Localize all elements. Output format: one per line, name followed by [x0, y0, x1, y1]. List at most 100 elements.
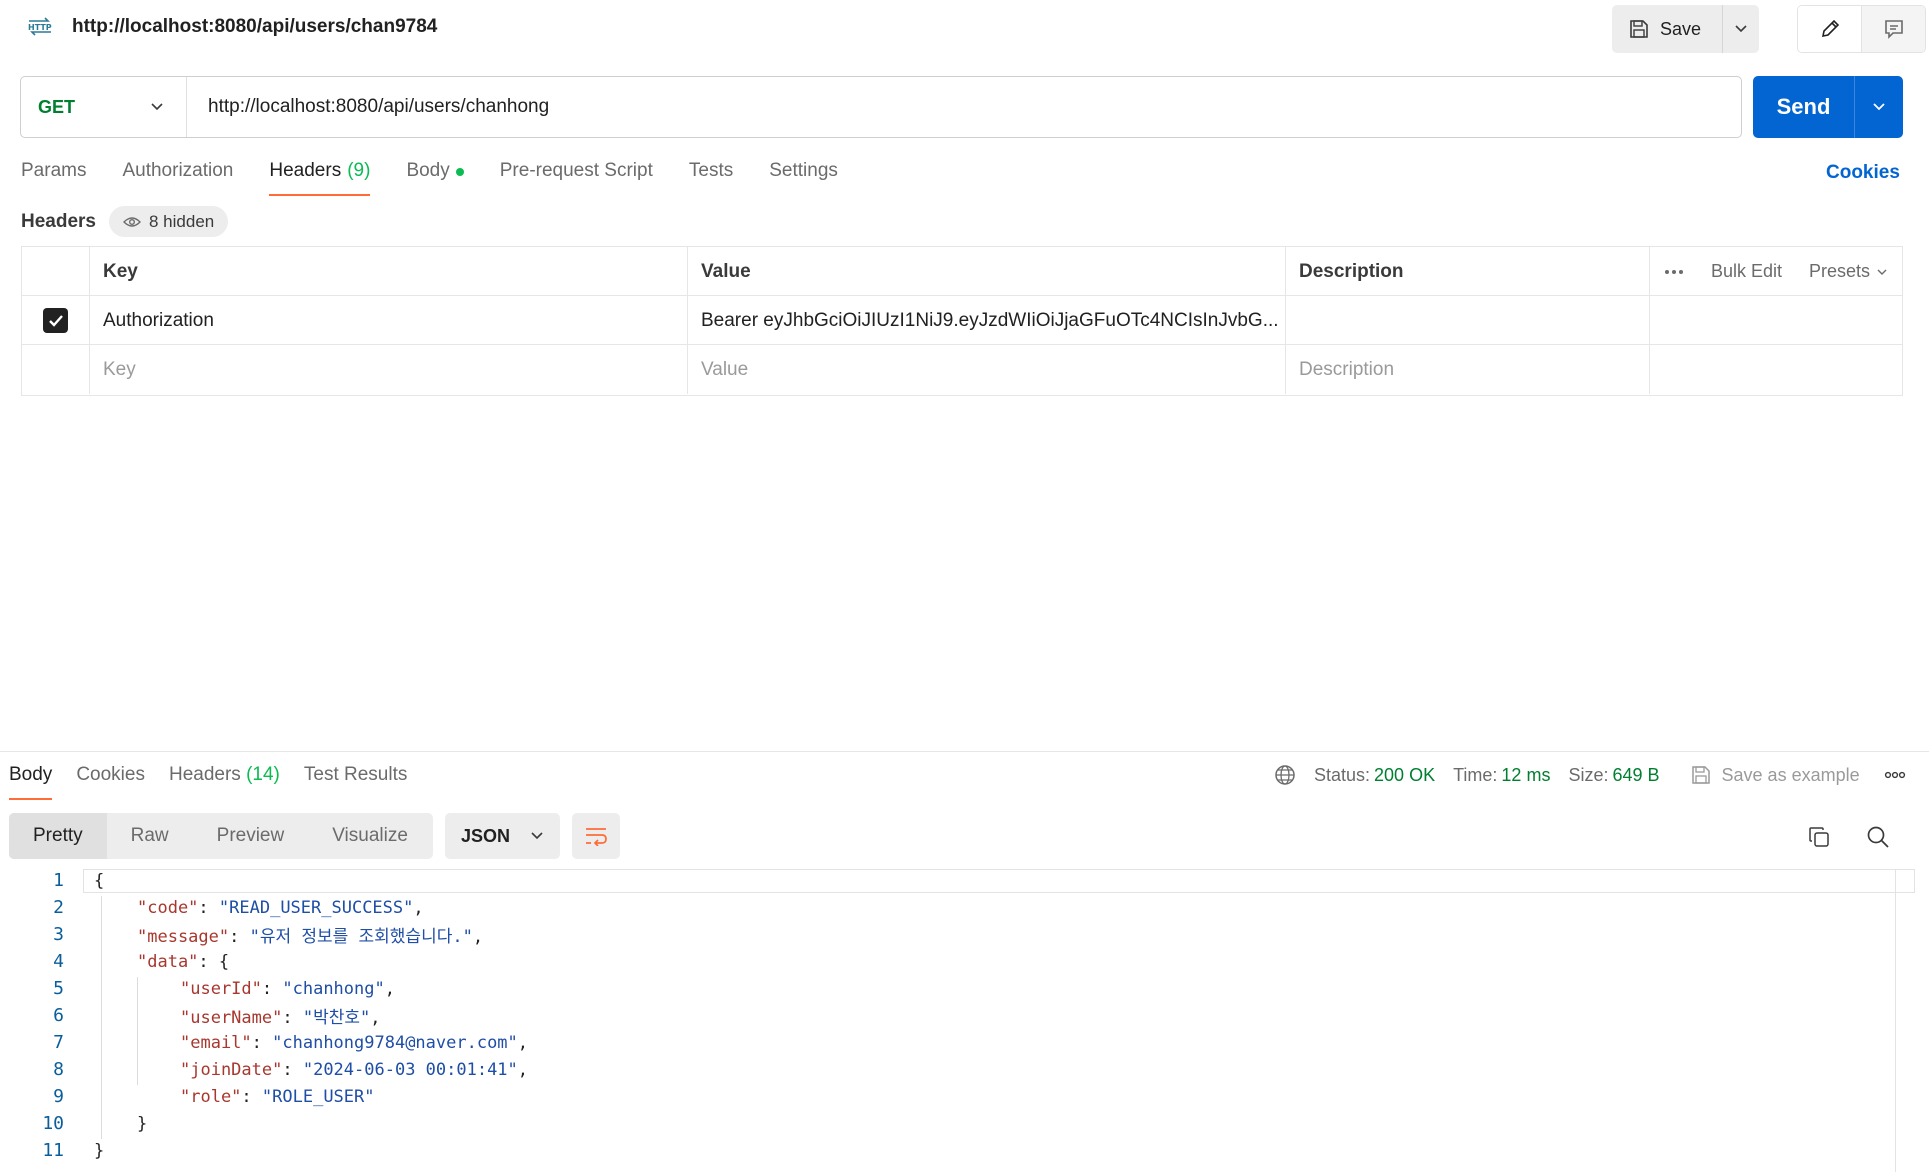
headers-table: Key Value Description Bulk Edit Presets … [21, 246, 1903, 396]
search-icon[interactable] [1866, 825, 1890, 849]
tab-tests[interactable]: Tests [689, 160, 733, 196]
line-number: 6 [53, 1005, 64, 1026]
status-label: Status: [1314, 764, 1371, 785]
code-scrollbar[interactable] [1895, 869, 1896, 1172]
response-tab-headers[interactable]: Headers (14) [169, 764, 280, 800]
line-number: 3 [53, 924, 64, 945]
method-select[interactable]: GET [21, 77, 187, 137]
select-column-header [22, 247, 90, 296]
response-body-code[interactable]: 1 { 2 "code": "READ_USER_SUCCESS", 3 "me… [0, 869, 1915, 1172]
json-punct: , [384, 978, 395, 999]
comment-icon[interactable] [1862, 6, 1925, 52]
response-tab-body[interactable]: Body [9, 764, 53, 800]
chevron-down-icon [151, 103, 163, 111]
json-punct: , [517, 1059, 529, 1080]
globe-icon[interactable] [1274, 764, 1296, 786]
line-number: 9 [53, 1086, 64, 1107]
wrap-lines-button[interactable] [572, 813, 620, 859]
view-raw[interactable]: Raw [107, 813, 193, 859]
code-line: 10 } [0, 1110, 1915, 1137]
code-line: 11 } [0, 1137, 1915, 1164]
row-enable-checkbox[interactable] [43, 308, 68, 333]
time-label: Time: [1453, 764, 1498, 785]
view-visualize[interactable]: Visualize [308, 813, 432, 859]
tab-settings[interactable]: Settings [769, 160, 838, 196]
more-options-icon[interactable] [1884, 771, 1906, 779]
code-line: 4 "data": { [0, 948, 1915, 975]
presets-label: Presets [1808, 261, 1870, 281]
header-value-cell[interactable]: Bearer eyJhbGciOiJIUzI1NiJ9.eyJzdWIiOiJj… [688, 296, 1286, 345]
json-key: "code" [137, 897, 199, 918]
code-line: 2 "code": "READ_USER_SUCCESS", [0, 894, 1915, 921]
headers-section-title: Headers [21, 211, 96, 232]
row-actions-cell [1650, 296, 1902, 345]
new-value-input[interactable]: Value [688, 345, 1286, 394]
tab-pre-request-script[interactable]: Pre-request Script [500, 160, 653, 196]
save-button[interactable]: Save [1612, 5, 1723, 53]
tab-params[interactable]: Params [21, 160, 86, 196]
send-button[interactable]: Send [1753, 76, 1855, 138]
header-description-cell[interactable] [1286, 296, 1650, 345]
line-number: 4 [53, 951, 64, 972]
line-number: 2 [53, 897, 64, 918]
new-key-input[interactable]: Key [90, 345, 688, 394]
presets-dropdown[interactable]: Presets [1809, 261, 1888, 282]
table-actions: Bulk Edit Presets [1650, 247, 1902, 296]
response-tab-cookies[interactable]: Cookies [76, 764, 145, 800]
header-key-cell[interactable]: Authorization [90, 296, 688, 345]
bulk-edit-button[interactable]: Bulk Edit [1711, 261, 1782, 282]
json-value: "chanhong9784@naver.com" [272, 1032, 518, 1053]
response-meta: Status: 200 OK Time: 12 ms Size: 649 B S… [1274, 764, 1906, 786]
line-number: 8 [53, 1059, 64, 1080]
column-header-description: Description [1286, 247, 1650, 296]
table-header-row: Key Value Description Bulk Edit Presets [22, 247, 1902, 296]
http-icon: HTTP [26, 16, 54, 38]
request-name[interactable]: http://localhost:8080/api/users/chan9784 [72, 16, 437, 38]
edit-pencil-icon[interactable] [1798, 6, 1862, 52]
code-line: 6 "userName": "박찬호", [0, 1002, 1915, 1029]
json-punct: , [370, 1008, 381, 1028]
size-value[interactable]: 649 B [1612, 765, 1659, 786]
json-punct: { [218, 951, 230, 972]
line-number: 1 [53, 870, 64, 891]
response-tabs: Body Cookies Headers (14) Test Results [9, 764, 431, 800]
json-key: "joinDate" [180, 1059, 283, 1080]
row-actions-cell [1650, 345, 1902, 394]
save-icon [1691, 766, 1710, 784]
response-divider[interactable] [0, 751, 1929, 752]
save-button-group: Save [1612, 5, 1759, 53]
view-preview[interactable]: Preview [193, 813, 309, 859]
view-pretty[interactable]: Pretty [9, 813, 107, 859]
save-icon [1628, 18, 1650, 40]
json-value: "2024-06-03 00:01:41" [302, 1059, 518, 1080]
format-select[interactable]: JSON [445, 813, 560, 859]
url-input[interactable] [187, 77, 1741, 137]
tab-body[interactable]: Body [406, 160, 464, 196]
time-value[interactable]: 12 ms [1501, 765, 1550, 786]
copy-icon[interactable] [1807, 825, 1831, 849]
body-indicator-dot [455, 168, 464, 176]
json-value: "READ_USER_SUCCESS" [218, 897, 414, 918]
save-options-chevron-down-icon[interactable] [1723, 5, 1759, 53]
response-tab-test-results[interactable]: Test Results [304, 764, 407, 800]
new-description-input[interactable]: Description [1286, 345, 1650, 394]
cookies-link[interactable]: Cookies [1826, 162, 1900, 184]
line-number: 10 [42, 1113, 64, 1134]
column-header-key: Key [90, 247, 688, 296]
line-number: 11 [42, 1140, 64, 1161]
send-options-chevron-down-icon[interactable] [1855, 76, 1903, 138]
save-as-example-button[interactable]: Save as example [1690, 764, 1860, 786]
side-tools [1797, 5, 1926, 53]
tab-authorization[interactable]: Authorization [122, 160, 233, 196]
size-label: Size: [1568, 764, 1609, 785]
hidden-headers-toggle[interactable]: 8 hidden [109, 206, 229, 237]
tab-headers[interactable]: Headers (9) [269, 160, 371, 196]
request-tabs: Params Authorization Headers (9) Body Pr… [21, 160, 874, 196]
code-text: } [94, 1140, 105, 1161]
more-options-icon[interactable] [1664, 269, 1684, 275]
json-value: "유저 정보를 조회했습니다." [249, 927, 473, 947]
status-value[interactable]: 200 OK [1374, 765, 1435, 786]
method-label: GET [38, 96, 76, 117]
row-enable-cell [22, 296, 90, 345]
json-key: "userId" [180, 978, 262, 999]
